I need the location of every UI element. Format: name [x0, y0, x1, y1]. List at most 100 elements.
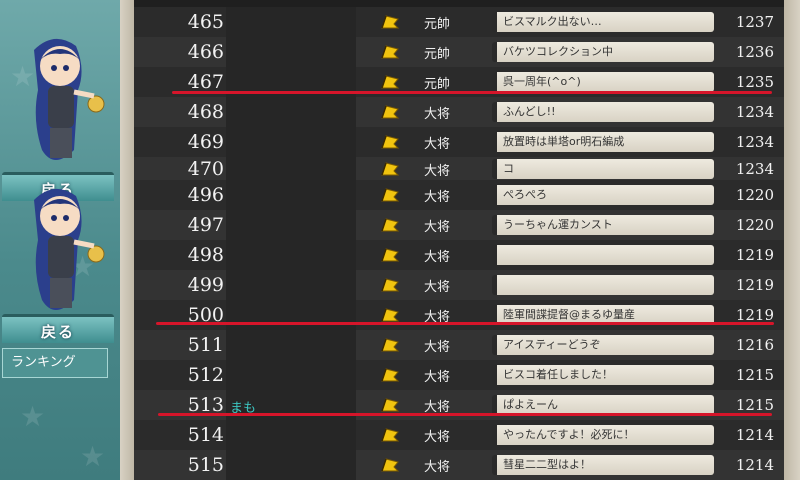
name-column — [226, 127, 356, 157]
rank-number: 499 — [187, 274, 224, 296]
table-row: 512 大将 ビスコ着任しました！ 1215 — [134, 360, 784, 390]
table-frame-left — [120, 0, 134, 480]
comment-box: ふんどし!! — [492, 102, 714, 122]
rank-number: 467 — [187, 71, 224, 93]
comment-box: 彗星二二型はよ！ — [492, 455, 714, 475]
flag-medal-icon — [381, 398, 400, 412]
name-column — [226, 240, 356, 270]
highlight-line — [156, 322, 774, 325]
comment-box: バケツコレクション中 — [492, 42, 714, 62]
score: 1237 — [735, 13, 774, 31]
name-column — [226, 97, 356, 127]
score: 1219 — [735, 246, 774, 264]
name-column — [226, 210, 356, 240]
rank-number: 466 — [187, 41, 224, 63]
score: 1220 — [735, 216, 774, 234]
name-column — [226, 270, 356, 300]
highlight-line — [172, 91, 772, 94]
score: 1214 — [735, 426, 774, 444]
comment-box: アイスティーどうぞ — [492, 335, 714, 355]
rank-title: 大将 — [424, 340, 451, 355]
table-row: 515 大将 彗星二二型はよ！ 1214 — [134, 450, 784, 480]
rank-title: 大将 — [424, 370, 451, 385]
comment-box: ビスコ着任しました！ — [492, 365, 714, 385]
rank-number: 496 — [187, 184, 224, 206]
flag-medal-icon — [381, 278, 400, 292]
flag-medal-icon — [381, 105, 400, 119]
score: 1234 — [735, 159, 774, 178]
rank-number: 512 — [187, 364, 224, 386]
flag-medal-icon — [381, 428, 400, 442]
flag-medal-icon — [381, 45, 400, 59]
score: 1234 — [735, 133, 774, 151]
score: 1215 — [735, 366, 774, 384]
back-button[interactable]: 戻る — [2, 314, 114, 343]
table-row: 468 大将 ふんどし!! 1234 — [134, 97, 784, 127]
rank-number: 511 — [187, 334, 224, 356]
table-row: 470 大将 コ 1234 — [134, 157, 784, 180]
rank-title: 大将 — [424, 220, 451, 235]
flag-medal-icon — [381, 308, 400, 322]
ranking-table: 465 元帥 ビスマルク出ない… 1237 466 元帥 バケツコレクション中 1236 467… — [120, 0, 800, 480]
table-row: 500 大将 陸軍間諜提督@まるゆ量産 1219 — [134, 300, 784, 330]
name-column — [226, 360, 356, 390]
table-row: 498 大将 1219 — [134, 240, 784, 270]
table-frame-right — [784, 0, 800, 480]
comment-box — [492, 245, 714, 265]
comment-box: ぺろぺろ — [492, 185, 714, 205]
comment-box — [492, 275, 714, 295]
flag-medal-icon — [381, 161, 400, 175]
name-column — [226, 420, 356, 450]
name-column — [226, 180, 356, 210]
rank-title: 大将 — [424, 163, 451, 179]
star-decoration: ★ — [80, 440, 106, 473]
back-button-label: 戻る — [40, 323, 75, 341]
flag-medal-icon — [381, 15, 400, 29]
table-row: 499 大将 1219 — [134, 270, 784, 300]
rank-number: 465 — [187, 11, 224, 33]
flag-medal-icon — [381, 75, 400, 89]
score: 1215 — [735, 396, 774, 414]
rank-number: 469 — [187, 131, 224, 153]
rank-title: 大将 — [424, 137, 451, 152]
comment-box: コ — [492, 158, 714, 179]
score: 1220 — [735, 186, 774, 204]
table-row: 496 大将 ぺろぺろ 1220 — [134, 180, 784, 210]
score: 1214 — [735, 456, 774, 474]
rank-number: 497 — [187, 214, 224, 236]
rank-number: 468 — [187, 101, 224, 123]
comment-box: うーちゃん運カンスト — [492, 215, 714, 235]
score: 1216 — [735, 336, 774, 354]
ranking-menu-item[interactable]: ランキング — [2, 348, 108, 378]
table-row: 497 大将 うーちゃん運カンスト 1220 — [134, 210, 784, 240]
score: 1236 — [735, 43, 774, 61]
name-column — [226, 330, 356, 360]
table-row: 469 大将 放置時は単塔or明石編成 1234 — [134, 127, 784, 157]
comment-box: 放置時は単塔or明石編成 — [492, 132, 714, 152]
score: 1235 — [735, 73, 774, 91]
character-illustration — [34, 38, 105, 161]
rank-title: 大将 — [424, 250, 451, 265]
table-row: 514 大将 やったんですよ！必死に！ 1214 — [134, 420, 784, 450]
rank-title: 大将 — [424, 430, 451, 445]
score: 1219 — [735, 276, 774, 294]
flag-medal-icon — [381, 188, 400, 202]
name-column — [226, 300, 356, 330]
flag-medal-icon — [381, 218, 400, 232]
flag-medal-icon — [381, 368, 400, 382]
name-column — [226, 7, 356, 37]
name-column — [226, 37, 356, 67]
flag-medal-icon — [381, 458, 400, 472]
rank-number: 470 — [187, 157, 224, 180]
table-row: 511 大将 アイスティーどうぞ 1216 — [134, 330, 784, 360]
table-row: 466 元帥 バケツコレクション中 1236 — [134, 37, 784, 67]
rank-number: 514 — [187, 424, 224, 446]
name-column — [226, 450, 356, 480]
rank-number: 515 — [187, 454, 224, 476]
rank-title: 大将 — [424, 190, 451, 205]
sidebar: ★ ★ ★ ★ 戻る 戻る ランキング — [0, 0, 120, 480]
highlight-line — [158, 413, 772, 416]
comment-box: ビスマルク出ない… — [492, 12, 714, 32]
score: 1234 — [735, 103, 774, 121]
rank-title: 元帥 — [424, 17, 451, 32]
